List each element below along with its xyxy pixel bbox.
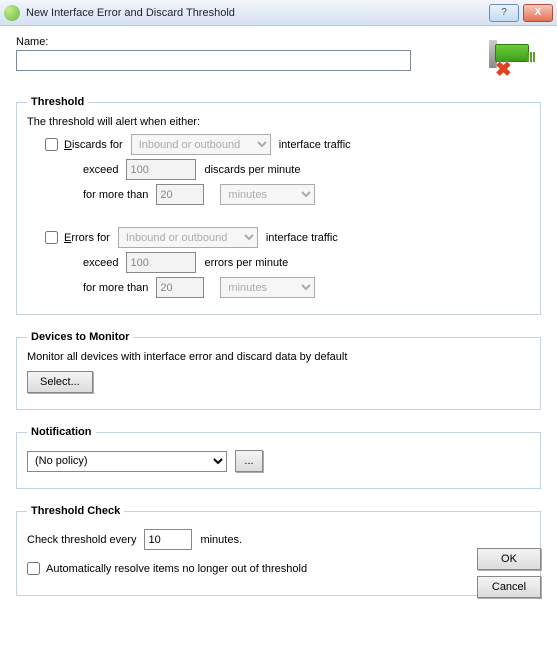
app-icon xyxy=(4,5,20,21)
threshold-legend: Threshold xyxy=(27,96,88,108)
discards-for-input[interactable] xyxy=(156,184,204,205)
devices-desc: Monitor all devices with interface error… xyxy=(27,351,530,363)
ok-button[interactable]: OK xyxy=(477,548,541,570)
check-prefix: Check threshold every xyxy=(27,534,136,546)
threshold-group: Threshold The threshold will alert when … xyxy=(16,96,541,315)
threshold-check-legend: Threshold Check xyxy=(27,505,124,517)
threshold-intro: The threshold will alert when either: xyxy=(27,116,530,128)
notification-policy-select[interactable]: (No policy) xyxy=(27,451,227,472)
errors-direction-select[interactable]: Inbound or outbound xyxy=(118,227,258,248)
errors-traffic-text: interface traffic xyxy=(266,232,338,244)
notification-group: Notification (No policy) ... xyxy=(16,426,541,489)
errors-label: Errors for xyxy=(64,232,110,244)
discards-direction-select[interactable]: Inbound or outbound xyxy=(131,134,271,155)
devices-group: Devices to Monitor Monitor all devices w… xyxy=(16,331,541,410)
notification-legend: Notification xyxy=(27,426,96,438)
errors-for-input[interactable] xyxy=(156,277,204,298)
auto-resolve-label: Automatically resolve items no longer ou… xyxy=(46,563,307,575)
errors-exceed-label: exceed xyxy=(83,257,118,269)
check-suffix: minutes. xyxy=(200,534,242,546)
errors-for-label: for more than xyxy=(83,282,148,294)
name-input[interactable] xyxy=(16,50,411,71)
help-button[interactable]: ? xyxy=(489,4,519,22)
discards-label: Discards for xyxy=(64,139,123,151)
errors-exceed-input[interactable] xyxy=(126,252,196,273)
window-title: New Interface Error and Discard Threshol… xyxy=(26,7,485,19)
discards-exceed-label: exceed xyxy=(83,164,118,176)
discards-exceed-input[interactable] xyxy=(126,159,196,180)
select-devices-button[interactable]: Select... xyxy=(27,371,93,393)
discards-traffic-text: interface traffic xyxy=(279,139,351,151)
cancel-button[interactable]: Cancel xyxy=(477,576,541,598)
errors-for-unit-select[interactable]: minutes xyxy=(220,277,315,298)
close-button[interactable]: X xyxy=(523,4,553,22)
name-label: Name: xyxy=(16,36,481,48)
devices-legend: Devices to Monitor xyxy=(27,331,133,343)
titlebar: New Interface Error and Discard Threshol… xyxy=(0,0,557,26)
discards-exceed-unit: discards per minute xyxy=(204,164,300,176)
discards-for-label: for more than xyxy=(83,189,148,201)
check-interval-input[interactable] xyxy=(144,529,192,550)
errors-exceed-unit: errors per minute xyxy=(204,257,288,269)
dialog-content: Name: ✖ Threshold The threshold will ale… xyxy=(0,26,557,606)
discards-checkbox[interactable] xyxy=(45,138,58,151)
auto-resolve-checkbox[interactable] xyxy=(27,562,40,575)
errors-checkbox[interactable] xyxy=(45,231,58,244)
notification-edit-button[interactable]: ... xyxy=(235,450,263,472)
discards-for-unit-select[interactable]: minutes xyxy=(220,184,315,205)
threshold-check-group: Threshold Check Check threshold every mi… xyxy=(16,505,541,596)
interface-discard-icon: ✖ xyxy=(489,40,533,80)
